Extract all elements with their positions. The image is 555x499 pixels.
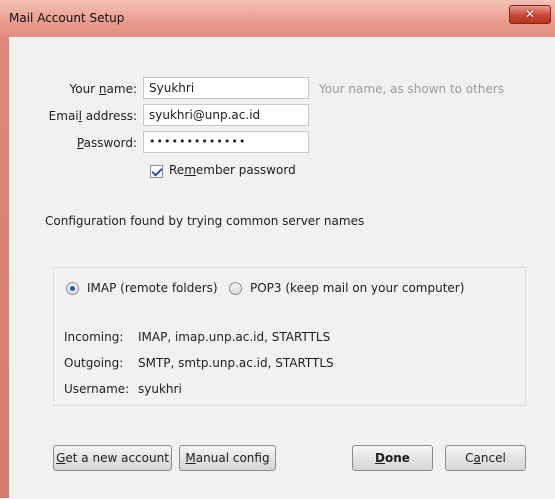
pop3-radio[interactable] bbox=[229, 282, 242, 295]
configuration-status: Configuration found by trying common ser… bbox=[45, 214, 365, 228]
password-input[interactable]: ••••••••••••• bbox=[143, 131, 309, 153]
name-input[interactable]: Syukhri bbox=[143, 77, 309, 99]
get-new-account-button[interactable]: Get a new account bbox=[53, 445, 172, 471]
manual-config-button[interactable]: Manual config bbox=[179, 445, 276, 471]
incoming-label: Incoming: bbox=[64, 330, 124, 344]
username-label: Username: bbox=[64, 382, 130, 396]
remember-password-checkbox[interactable] bbox=[150, 165, 163, 178]
name-label: Your name: bbox=[69, 82, 137, 96]
password-label: Password: bbox=[76, 136, 137, 150]
remember-password-label[interactable]: Remember password bbox=[169, 163, 296, 177]
close-button[interactable]: ✕ bbox=[509, 5, 551, 24]
done-button[interactable]: Done bbox=[352, 445, 433, 471]
cancel-button[interactable]: Cancel bbox=[445, 445, 526, 471]
imap-radio[interactable] bbox=[66, 282, 79, 295]
imap-radio-label[interactable]: IMAP (remote folders) bbox=[87, 281, 218, 295]
outgoing-label: Outgoing: bbox=[64, 356, 124, 370]
dialog-content: Your name: Syukhri Your name, as shown t… bbox=[9, 36, 555, 499]
name-hint: Your name, as shown to others bbox=[319, 82, 505, 96]
incoming-value: IMAP, imap.unp.ac.id, STARTTLS bbox=[138, 330, 331, 344]
window-title: Mail Account Setup bbox=[9, 11, 125, 25]
email-label: Email address: bbox=[48, 109, 137, 123]
close-icon: ✕ bbox=[524, 7, 536, 21]
title-bar[interactable]: Mail Account Setup ✕ bbox=[0, 0, 555, 36]
email-input[interactable]: syukhri@unp.ac.id bbox=[143, 104, 309, 126]
outgoing-value: SMTP, smtp.unp.ac.id, STARTTLS bbox=[138, 356, 334, 370]
username-value: syukhri bbox=[138, 382, 182, 396]
server-settings-group: IMAP (remote folders) POP3 (keep mail on… bbox=[53, 267, 526, 406]
pop3-radio-label[interactable]: POP3 (keep mail on your computer) bbox=[250, 281, 464, 295]
